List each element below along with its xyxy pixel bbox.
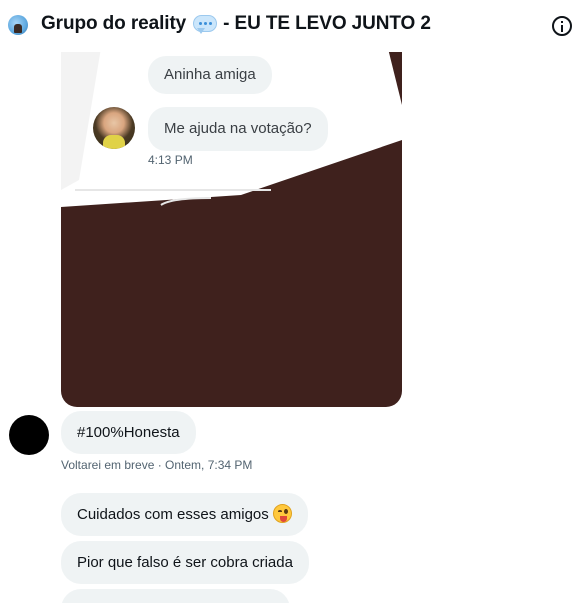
group-avatar-icon[interactable]: [8, 15, 28, 35]
message-2[interactable]: Pior que falso é ser cobra criada: [61, 541, 309, 584]
winking-face-with-tongue-icon: [272, 504, 292, 523]
sender-avatar[interactable]: [9, 415, 49, 455]
image-avatar: [93, 107, 135, 149]
image-bubble-1: Aninha amiga: [148, 56, 272, 94]
title-part-2: - EU TE LEVO JUNTO 2: [223, 13, 431, 34]
message-hashtag[interactable]: #100%Honesta: [61, 411, 196, 454]
image-timestamp: 4:13 PM: [148, 153, 193, 167]
message-1[interactable]: Cuidados com esses amigos: [61, 493, 308, 536]
message-meta: Voltarei em breve · Ontem, 7:34 PM: [61, 458, 253, 472]
message-1-text: Cuidados com esses amigos: [77, 506, 269, 523]
title-part-1: Grupo do reality: [41, 13, 187, 34]
conversation-title[interactable]: Grupo do reality - EU TE LEVO JUNTO 2: [41, 13, 431, 35]
speech-balloon-icon: [193, 14, 218, 34]
shared-image[interactable]: Aninha amiga Me ajuda na votação? 4:13 P…: [61, 0, 402, 407]
image-bubble-2: Me ajuda na votação?: [148, 107, 328, 151]
message-3-partial[interactable]: [61, 589, 290, 603]
conversation-header: Grupo do reality - EU TE LEVO JUNTO 2: [0, 0, 575, 52]
info-icon[interactable]: [552, 16, 572, 36]
